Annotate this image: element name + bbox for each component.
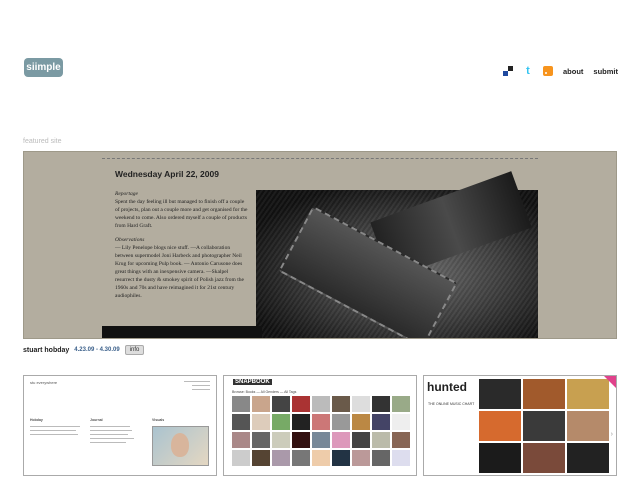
designer-name[interactable]: stuart hobday xyxy=(23,347,69,354)
text-line xyxy=(90,430,132,431)
text-line xyxy=(90,434,128,435)
thumb-subtitle: THE ONLINE MUSIC CHART xyxy=(428,402,475,406)
site-logo[interactable]: siimple xyxy=(24,58,63,77)
portrait-illustration xyxy=(152,426,209,466)
twitter-icon[interactable]: t xyxy=(523,66,533,77)
thumb-col-heading: Journal xyxy=(90,418,103,422)
thumb-col-heading: Visuals xyxy=(152,418,165,422)
thumb-stuart-hobday[interactable]: stu everywhere Hobday Journal Visuals xyxy=(23,375,217,476)
about-link[interactable]: about xyxy=(563,67,583,76)
text-line xyxy=(184,381,210,382)
text-line xyxy=(90,438,134,439)
album-grid xyxy=(479,379,609,473)
thumb-brand: SNAPBOOK xyxy=(233,379,272,385)
thumb-col-heading: Hobday xyxy=(30,418,43,422)
text-line xyxy=(30,434,78,435)
thumb-brand: hunted xyxy=(427,380,467,394)
top-nav: t about submit xyxy=(502,66,618,77)
text-line xyxy=(90,442,126,443)
featured-photo xyxy=(256,171,538,338)
next-arrow-icon[interactable]: › xyxy=(611,431,613,438)
site-credit: stuart hobday 4.23.09 - 4.30.09 info xyxy=(23,345,145,355)
text-line xyxy=(30,430,76,431)
thumb-hunted[interactable]: hunted THE ONLINE MUSIC CHART › xyxy=(423,375,617,476)
featured-site-preview[interactable]: Wednesday April 22, 2009 Reportage Spent… xyxy=(23,151,617,339)
thumb-caption: stu everywhere xyxy=(30,380,58,385)
feature-dates: 4.23.09 - 4.30.09 xyxy=(74,347,120,353)
observations-text: — Lily Penelope blogs nice stuff. —A col… xyxy=(115,245,244,299)
post-date: Wednesday April 22, 2009 xyxy=(115,169,219,179)
rss-icon[interactable] xyxy=(542,66,553,76)
text-line xyxy=(192,385,210,386)
text-line xyxy=(90,426,130,427)
info-button[interactable]: info xyxy=(124,345,145,355)
delicious-icon[interactable] xyxy=(502,66,513,76)
text-line xyxy=(30,426,80,427)
photo-grid xyxy=(232,396,410,466)
new-ribbon xyxy=(604,376,616,388)
reportage-text: Spent the day feeling ill but managed to… xyxy=(115,199,248,229)
thumb-nav: Browse: Books — All Genders — All Tags xyxy=(232,390,297,394)
footer-strip xyxy=(102,326,262,338)
post-text-column: Reportage Spent the day feeling ill but … xyxy=(115,190,248,300)
thumb-snapbook[interactable]: SNAPBOOK Browse: Books — All Genders — A… xyxy=(223,375,417,476)
submit-link[interactable]: submit xyxy=(593,67,618,76)
observations-heading: Observations xyxy=(115,237,145,243)
text-line xyxy=(192,389,210,390)
reportage-heading: Reportage xyxy=(115,191,138,197)
divider xyxy=(102,158,538,159)
featured-site-label: featured site xyxy=(23,138,62,145)
